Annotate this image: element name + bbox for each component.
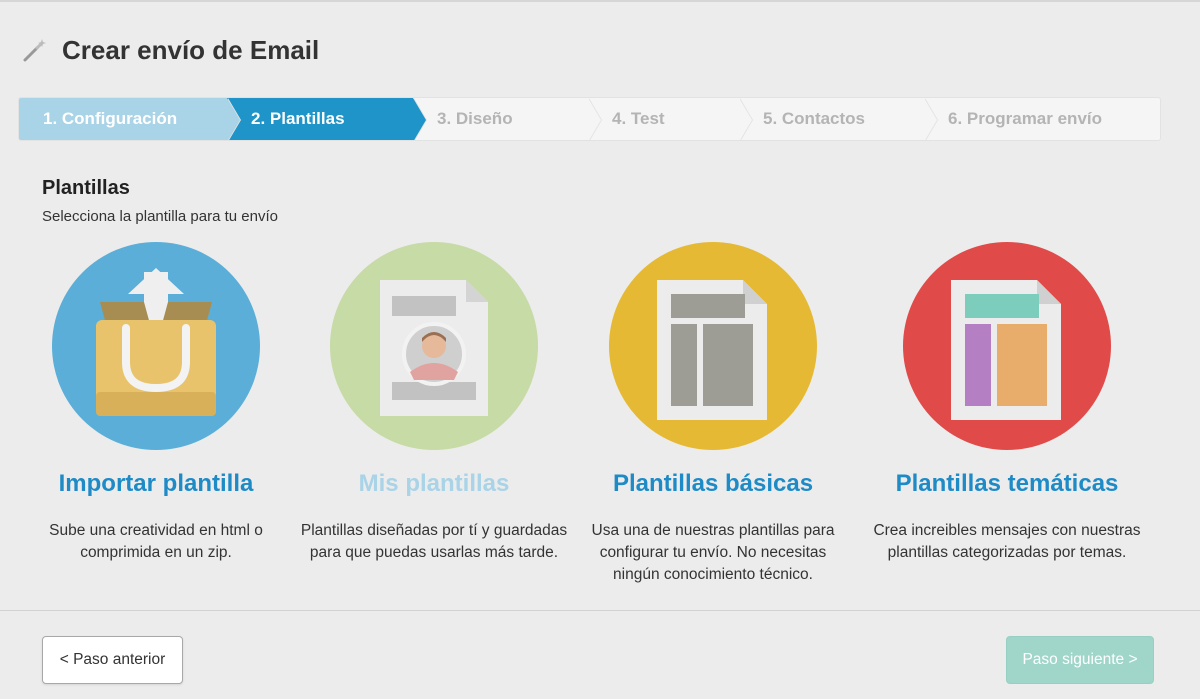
next-step-button[interactable]: Paso siguiente > [1006, 636, 1154, 684]
card-description: Plantillas diseñadas por tí y guardadas … [300, 522, 568, 561]
card-plantillas-basicas[interactable]: Plantillas básicas Usa una de nuestras p… [573, 242, 853, 586]
mis-plantillas-circle [330, 242, 538, 450]
footer-divider [0, 610, 1200, 611]
card-mis-plantillas: Mis plantillas Plantillas diseñadas por … [294, 242, 574, 564]
card-description: Usa una de nuestras plantillas para conf… [591, 522, 835, 583]
card-importar-plantilla[interactable]: Importar plantilla Sube una creatividad … [16, 242, 296, 564]
card-plantillas-tematicas[interactable]: Plantillas temáticas Crea increibles men… [867, 242, 1147, 564]
card-description: Sube una creatividad en html o comprimid… [49, 522, 263, 561]
step-configuracion[interactable]: 1. Configuración [19, 98, 241, 140]
profile-document-icon [380, 280, 488, 416]
section-subtitle: Selecciona la plantilla para tu envío [42, 208, 278, 225]
card-title[interactable]: Plantillas temáticas [867, 470, 1147, 498]
themed-layout-icon [951, 280, 1061, 420]
import-circle[interactable] [52, 242, 260, 450]
wizard-steps: 1. Configuración 2. Plantillas 3. Diseño… [18, 97, 1161, 141]
basicas-circle[interactable] [609, 242, 817, 450]
magic-wand-icon [23, 39, 46, 62]
step-diseno: 3. Diseño [413, 98, 602, 140]
basic-layout-icon [657, 280, 767, 420]
page-header: Crear envío de Email [22, 32, 319, 68]
step-test: 4. Test [588, 98, 753, 140]
tematicas-circle[interactable] [903, 242, 1111, 450]
card-description: Crea increibles mensajes con nuestras pl… [873, 522, 1141, 561]
step-plantillas[interactable]: 2. Plantillas [227, 98, 427, 140]
page-title: Crear envío de Email [62, 34, 320, 65]
import-box-icon [96, 268, 216, 416]
section-title: Plantillas [42, 177, 130, 199]
step-programar-envio: 6. Programar envío [948, 109, 1103, 128]
step-contactos: 5. Contactos [739, 98, 938, 140]
card-title: Mis plantillas [358, 470, 510, 497]
previous-step-button[interactable]: < Paso anterior [42, 636, 183, 684]
card-title[interactable]: Plantillas básicas [573, 470, 853, 498]
card-title[interactable]: Importar plantilla [16, 470, 296, 498]
